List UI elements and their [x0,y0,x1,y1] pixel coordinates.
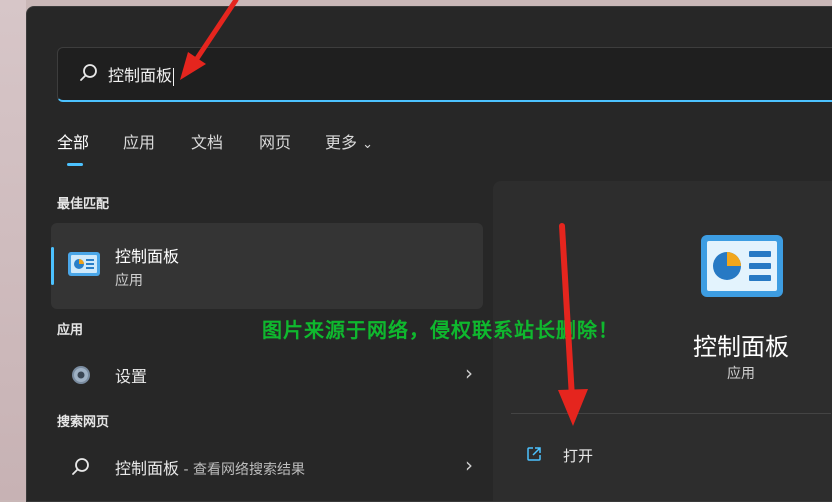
best-match-subtitle: 应用 [115,273,143,289]
active-tab-indicator [67,163,83,166]
control-panel-icon [68,252,100,276]
section-apps: 应用 [57,323,84,338]
web-result[interactable]: 控制面板 - 查看网络搜索结果 › [51,445,483,485]
section-web-search: 搜索网页 [57,415,110,430]
start-search-panel: 控制面板 全部 应用 文档 网页 更多 ⌄ 最佳匹配 控制面板 应用 应用 设置 [26,6,832,502]
preview-title: 控制面板 [693,333,789,361]
section-best-match: 最佳匹配 [57,197,110,212]
search-icon [80,64,97,81]
gear-icon [72,366,90,384]
open-button[interactable]: 打开 [511,439,811,473]
open-external-icon [527,447,541,461]
app-result-label: 设置 [115,367,148,386]
search-icon [72,458,89,475]
preview-subtitle: 应用 [727,366,755,382]
tab-documents[interactable]: 文档 [191,129,223,153]
tab-web[interactable]: 网页 [259,129,291,153]
search-input[interactable]: 控制面板 [108,62,175,86]
open-label: 打开 [563,447,594,465]
best-match-result[interactable]: 控制面板 应用 [51,223,483,309]
app-result-settings[interactable]: 设置 › [51,353,483,393]
divider [511,413,831,414]
tab-apps[interactable]: 应用 [123,129,155,153]
desktop-background [0,0,26,500]
chevron-right-icon[interactable]: › [465,361,473,385]
best-match-title: 控制面板 [115,247,180,266]
tab-all[interactable]: 全部 [57,129,89,153]
text-caret [173,67,175,86]
chevron-down-icon: ⌄ [362,137,374,152]
control-panel-icon [701,235,783,297]
search-box[interactable]: 控制面板 [57,47,832,102]
watermark-text: 图片来源于网络，侵权联系站长删除！ [262,318,619,342]
chevron-right-icon[interactable]: › [465,453,473,477]
web-result-label: 控制面板 - 查看网络搜索结果 [115,459,305,478]
tab-more[interactable]: 更多 ⌄ [325,129,373,153]
selection-indicator [51,247,54,285]
